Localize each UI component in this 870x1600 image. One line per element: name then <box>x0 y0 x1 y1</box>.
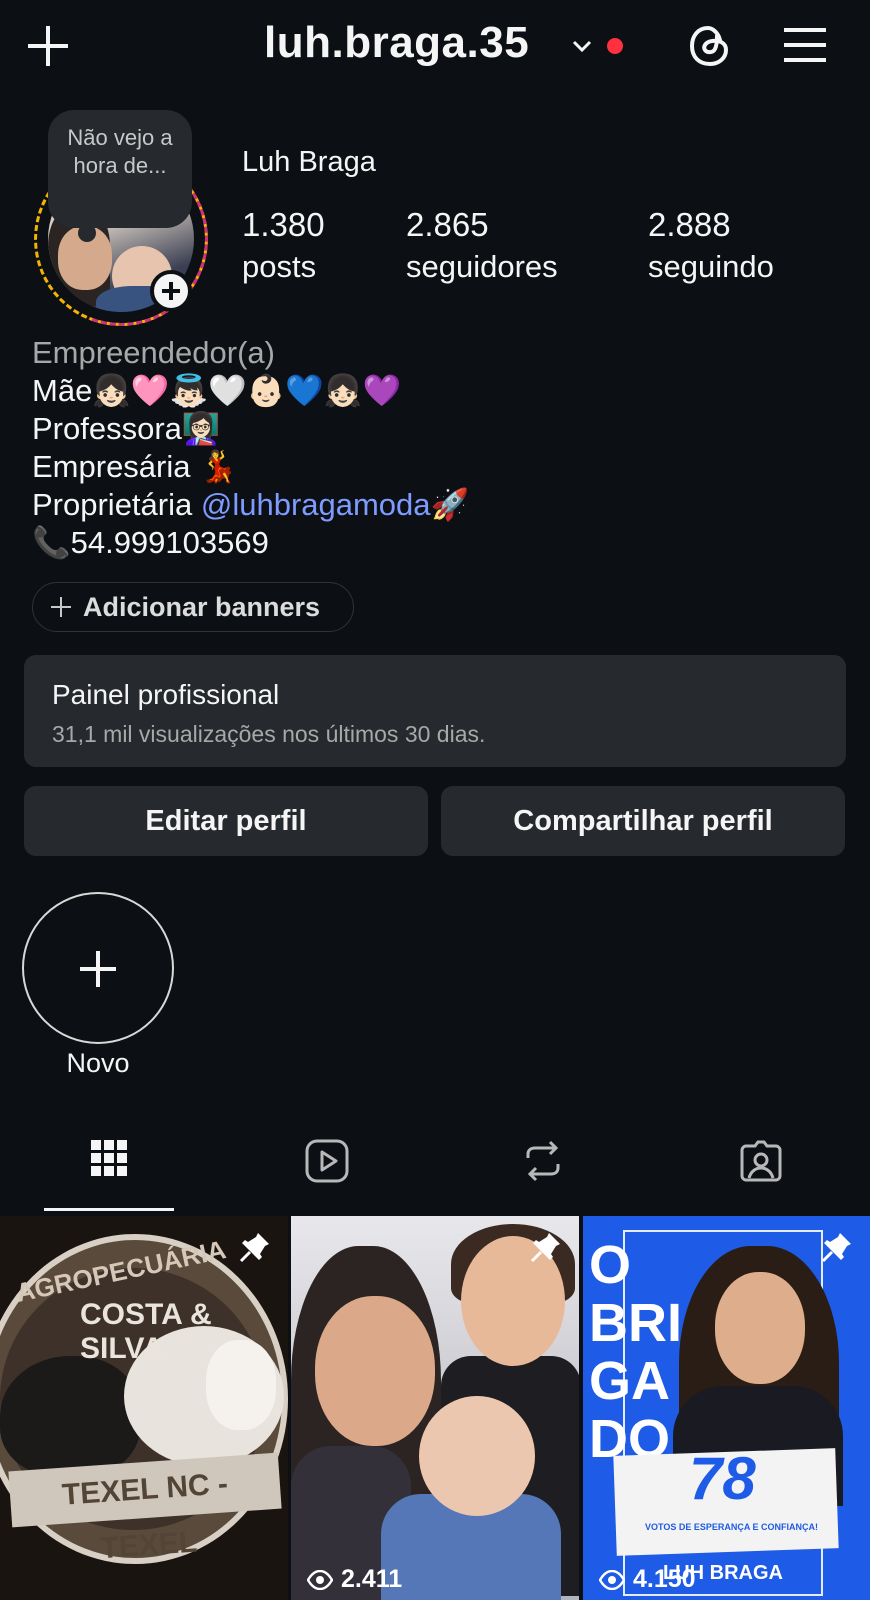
notification-dot <box>607 38 623 54</box>
post-art-subtitle: COSTA & SILVA <box>80 1298 212 1365</box>
view-count: 2.411 <box>307 1565 402 1594</box>
add-banners-label: Adicionar banners <box>83 591 321 622</box>
reels-icon <box>305 1139 349 1183</box>
reposts-icon <box>526 1140 560 1182</box>
view-count-value: 2.411 <box>341 1565 403 1593</box>
edit-profile-button[interactable]: Editar perfil <box>24 786 428 856</box>
eye-icon <box>599 1569 625 1590</box>
pin-icon <box>821 1233 851 1263</box>
stat-value: 2.865 <box>406 206 489 243</box>
bio-owner-prefix: Proprietária <box>32 487 201 522</box>
add-banners-button[interactable]: Adicionar banners <box>32 582 354 632</box>
plus-icon[interactable] <box>26 24 70 68</box>
stat-value: 1.380 <box>242 206 325 243</box>
chevron-down-icon[interactable] <box>570 34 594 58</box>
dashboard-title: Painel profissional <box>52 679 280 710</box>
stat-posts[interactable]: 1.380 posts <box>242 204 325 288</box>
tab-grid[interactable] <box>44 1130 174 1212</box>
bio-phone[interactable]: 📞54.999103569 <box>32 524 852 562</box>
top-bar: luh.braga.35 <box>0 0 870 92</box>
stat-label: seguidores <box>406 249 558 284</box>
tagged-icon <box>740 1140 782 1182</box>
share-profile-button[interactable]: Compartilhar perfil <box>441 786 845 856</box>
bio-line-owner: Proprietária @luhbragamoda🚀 <box>32 486 852 524</box>
display-name: Luh Braga <box>242 146 376 178</box>
post-art-number: 78 <box>689 1445 756 1512</box>
threads-icon[interactable] <box>686 22 734 70</box>
add-story-icon[interactable] <box>150 270 192 312</box>
stat-following[interactable]: 2.888 seguindo <box>648 204 774 288</box>
new-highlight-label: Novo <box>66 1048 130 1078</box>
plus-icon <box>51 597 71 617</box>
stat-followers[interactable]: 2.865 seguidores <box>406 204 558 288</box>
stat-value: 2.888 <box>648 206 731 243</box>
post-art-letters: O BRI GA DO <box>589 1235 682 1469</box>
tab-reposts[interactable] <box>478 1130 608 1212</box>
pin-icon <box>239 1233 269 1263</box>
new-highlight-button[interactable] <box>22 892 174 1044</box>
bio-mention-link[interactable]: @luhbragamoda <box>201 487 431 522</box>
pin-icon <box>530 1233 560 1263</box>
dashboard-subtitle: 31,1 mil visualizações nos últimos 30 di… <box>52 721 486 747</box>
bio-line: Empresária 💃 <box>32 449 238 484</box>
post-tile[interactable]: 2.411 <box>291 1216 579 1600</box>
bio-line: Mãe👧🏻🩷👼🏻🤍👶🏻💙👧🏻💜 <box>32 373 402 408</box>
tab-tagged[interactable] <box>696 1130 826 1212</box>
view-count: 4.150 <box>599 1565 696 1594</box>
post-art-caption: VOTOS DE ESPERANÇA E CONFIANÇA! <box>645 1522 819 1532</box>
eye-icon <box>307 1569 333 1590</box>
posts-grid: AGROPECUÁRIA COSTA & SILVA TEXEL NC - TE… <box>0 1216 870 1600</box>
active-tab-indicator <box>44 1208 174 1211</box>
stat-label: posts <box>242 249 317 284</box>
profile-screen: luh.braga.35 Não vejo a hora de... Luh B… <box>0 0 870 1600</box>
post-tile[interactable]: O BRI GA DO 78 VOTOS DE ESPERANÇA E CONF… <box>583 1216 870 1600</box>
bio-owner-suffix: 🚀 <box>430 487 470 522</box>
bio: Empreendedor(a) Mãe👧🏻🩷👼🏻🤍👶🏻💙👧🏻💜 Professo… <box>32 334 852 562</box>
grid-icon <box>91 1140 127 1176</box>
menu-icon[interactable] <box>782 24 828 66</box>
bio-line: Professora👩🏻‍🏫 <box>32 411 221 446</box>
professional-dashboard[interactable]: Painel profissional 31,1 mil visualizaçõ… <box>24 655 846 767</box>
note-bubble[interactable]: Não vejo a hora de... <box>48 110 192 242</box>
view-count-value: 4.150 <box>633 1565 696 1593</box>
username-title[interactable]: luh.braga.35 <box>264 18 529 68</box>
bio-category: Empreendedor(a) <box>32 335 275 370</box>
stat-label: seguindo <box>648 249 774 284</box>
post-tile[interactable]: AGROPECUÁRIA COSTA & SILVA TEXEL NC - TE… <box>0 1216 288 1600</box>
profile-tabs <box>0 1130 870 1212</box>
tab-reels[interactable] <box>262 1130 392 1212</box>
